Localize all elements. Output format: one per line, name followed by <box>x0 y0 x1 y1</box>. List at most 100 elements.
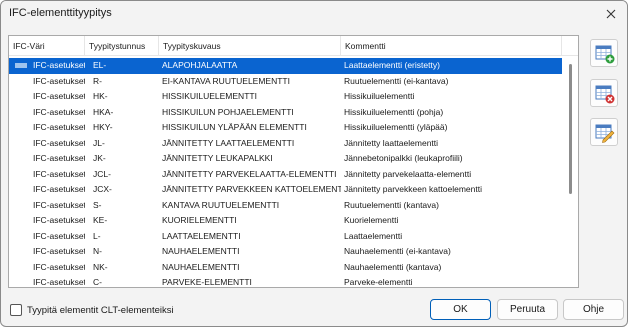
help-button[interactable]: Ohje <box>563 299 624 320</box>
table-row[interactable]: IFC-asetukset HKY- HISSIKUILUN YLÄPÄÄN ELE… <box>9 120 562 136</box>
cell-comment: Hissikuiluelementti (pohja) <box>344 106 444 117</box>
table-row[interactable]: IFC-asetukset KE- KUORIELEMENTTI Kuorieleme… <box>9 213 562 229</box>
cell-ifc-color: IFC-asetukset <box>33 184 85 194</box>
cancel-button[interactable]: Peruuta <box>497 299 558 320</box>
table-row[interactable]: IFC-asetukset S- KANTAVA RUUTUELEMENTTI Ruu… <box>9 198 562 214</box>
delete-row-icon <box>595 85 615 104</box>
close-button[interactable] <box>601 4 621 24</box>
table-row[interactable]: IFC-asetukset R- EI-KANTAVA RUUTUELEMENTTI… <box>9 74 562 90</box>
cell-comment: Jännitetty laattaelementti <box>344 137 439 148</box>
cell-ifc-color: IFC-asetukset <box>33 122 85 132</box>
column-header-comment[interactable]: Kommentti <box>341 36 562 56</box>
cell-comment: Parveke-elementti <box>344 277 413 287</box>
cell-type-code: HK- <box>93 91 108 101</box>
cell-type-code: R- <box>93 75 102 86</box>
clt-checkbox-row[interactable]: Tyypitä elementit CLT-elementeiksi <box>10 304 174 316</box>
cell-comment: Ruutuelementti (ei-kantava) <box>344 75 449 86</box>
window-title: IFC-elementtityypitys <box>9 7 112 19</box>
cell-type-code: KE- <box>93 215 108 225</box>
cell-comment: Hissikuiluelementti <box>344 91 415 101</box>
cell-type-code: JK- <box>93 153 106 163</box>
table-row[interactable]: IFC-asetukset L- LAATTAELEMENTTI Laattaelem… <box>9 229 562 245</box>
cell-type-code: L- <box>93 230 101 241</box>
cell-type-description: LAATTAELEMENTTI <box>162 230 241 241</box>
dialog-window: IFC-elementtityypitys IFC-Väri Tyypityst… <box>0 0 628 327</box>
cell-comment: Jännitetty parvekkeen kattoelementti <box>344 184 482 194</box>
edit-type-button[interactable] <box>590 118 618 146</box>
table-row[interactable]: IFC-asetukset HKA- HISSIKUILUN POHJAELEMEN… <box>9 105 562 121</box>
cell-type-description: JÄNNITETTY LAATTAELEMENTTI <box>162 137 295 148</box>
cell-comment: Hissikuiluelementti (yläpää) <box>344 122 448 132</box>
table-row[interactable]: IFC-asetukset HK- HISSIKUILUELEMENTTI Hissi… <box>9 89 562 105</box>
table-row[interactable]: IFC-asetukset JCL- JÄNNITETTY PARVEKELAATT… <box>9 167 562 183</box>
cell-ifc-color: IFC-asetukset <box>33 277 85 287</box>
cell-type-code: C- <box>93 277 102 287</box>
delete-type-button[interactable] <box>590 79 618 107</box>
cell-type-description: JÄNNITETTY PARVEKELAATTA-ELEMENTTI <box>162 168 337 179</box>
cell-ifc-color: IFC-asetukset <box>33 75 85 86</box>
cell-type-description: JÄNNITETTY LEUKAPALKKI <box>162 153 273 163</box>
cell-type-code: HKY- <box>93 122 113 132</box>
cell-ifc-color: IFC-asetukset <box>33 246 85 256</box>
cell-comment: Jännitetty parvekelaatta-elementti <box>344 168 472 179</box>
cell-type-description: PARVEKE-ELEMENTTI <box>162 277 252 287</box>
element-type-list[interactable]: IFC-Väri Tyypitystunnus Tyypityskuvaus K… <box>8 35 579 288</box>
cell-ifc-color: IFC-asetukset <box>33 230 85 241</box>
table-row[interactable]: IFC-asetukset N- NAUHAELEMENTTI Nauhaelemen… <box>9 244 562 260</box>
cell-comment: Ruutuelementti (kantava) <box>344 199 439 210</box>
edit-table-icon <box>595 124 615 143</box>
column-header: IFC-Väri Tyypitystunnus Tyypityskuvaus K… <box>9 36 578 56</box>
cell-comment: Kuorielementti <box>344 215 399 225</box>
column-header-ifc-color[interactable]: IFC-Väri <box>9 36 85 56</box>
cell-type-description: KANTAVA RUUTUELEMENTTI <box>162 199 280 210</box>
table-row[interactable]: IFC-asetukset NK- NAUHAELEMENTTI Nauhaeleme… <box>9 260 562 276</box>
cell-ifc-color: IFC-asetukset <box>33 137 85 148</box>
column-header-type-description[interactable]: Tyypityskuvaus <box>159 36 341 56</box>
close-icon <box>606 9 616 19</box>
cell-type-description: HISSIKUILUN POHJAELEMENTTI <box>162 106 294 117</box>
cell-ifc-color: IFC-asetukset <box>33 261 85 272</box>
cell-type-code: N- <box>93 246 102 256</box>
cell-type-description: JÄNNITETTY PARVEKKEEN KATTOELEMENTTI <box>162 184 341 194</box>
table-row[interactable]: IFC-asetukset C- PARVEKE-ELEMENTTI Parveke-… <box>9 275 562 287</box>
cell-comment: Laattaelementti (eristetty) <box>344 60 440 70</box>
vertical-scrollbar[interactable] <box>565 56 577 286</box>
cell-type-code: HKA- <box>93 106 114 117</box>
column-header-type-code[interactable]: Tyypitystunnus <box>85 36 159 56</box>
cell-type-description: ALAPOHJALAATTA <box>162 60 238 70</box>
table-row[interactable]: IFC-asetukset EL- ALAPOHJALAATTA Laattaelem… <box>9 58 562 74</box>
cell-type-description: NAUHAELEMENTTI <box>162 261 240 272</box>
cell-type-code: JCX- <box>93 184 112 194</box>
clt-checkbox[interactable] <box>10 304 22 316</box>
title-bar: IFC-elementtityypitys <box>1 1 627 27</box>
cell-comment: Laattaelementti <box>344 230 403 241</box>
add-type-button[interactable] <box>590 39 618 67</box>
ok-button[interactable]: OK <box>430 299 491 320</box>
clt-checkbox-label[interactable]: Tyypitä elementit CLT-elementeiksi <box>27 305 174 316</box>
cell-type-code: EL- <box>93 60 107 70</box>
cell-comment: Jännebetonipalkki (leukaprofiili) <box>344 153 463 163</box>
cell-type-code: JL- <box>93 137 105 148</box>
cell-type-code: JCL- <box>93 168 111 179</box>
cell-type-code: NK- <box>93 261 108 272</box>
table-row[interactable]: IFC-asetukset JL- JÄNNITETTY LAATTAELEMENT… <box>9 136 562 152</box>
table-row[interactable]: IFC-asetukset JK- JÄNNITETTY LEUKAPALKKI Jä… <box>9 151 562 167</box>
cell-type-description: KUORIELEMENTTI <box>162 215 237 225</box>
cell-type-code: S- <box>93 199 102 210</box>
cell-comment: Nauhaelementti (kantava) <box>344 261 442 272</box>
cell-ifc-color: IFC-asetukset <box>33 199 85 210</box>
cell-ifc-color: IFC-asetukset <box>33 168 85 179</box>
color-swatch <box>15 63 27 68</box>
cell-type-description: EI-KANTAVA RUUTUELEMENTTI <box>162 75 290 86</box>
cell-type-description: HISSIKUILUN YLÄPÄÄN ELEMENTTI <box>162 122 307 132</box>
scroll-thumb[interactable] <box>569 64 572 194</box>
cell-type-description: HISSIKUILUELEMENTTI <box>162 91 257 101</box>
add-row-icon <box>595 45 615 64</box>
table-row[interactable]: IFC-asetukset JCX- JÄNNITETTY PARVEKKEEN K… <box>9 182 562 198</box>
cell-comment: Nauhaelementti (ei-kantava) <box>344 246 451 256</box>
cell-ifc-color: IFC-asetukset <box>33 153 85 163</box>
cell-ifc-color: IFC-asetukset <box>33 91 85 101</box>
cell-ifc-color: IFC-asetukset <box>33 106 85 117</box>
cell-ifc-color: IFC-asetukset <box>33 60 85 70</box>
cell-ifc-color: IFC-asetukset <box>33 215 85 225</box>
